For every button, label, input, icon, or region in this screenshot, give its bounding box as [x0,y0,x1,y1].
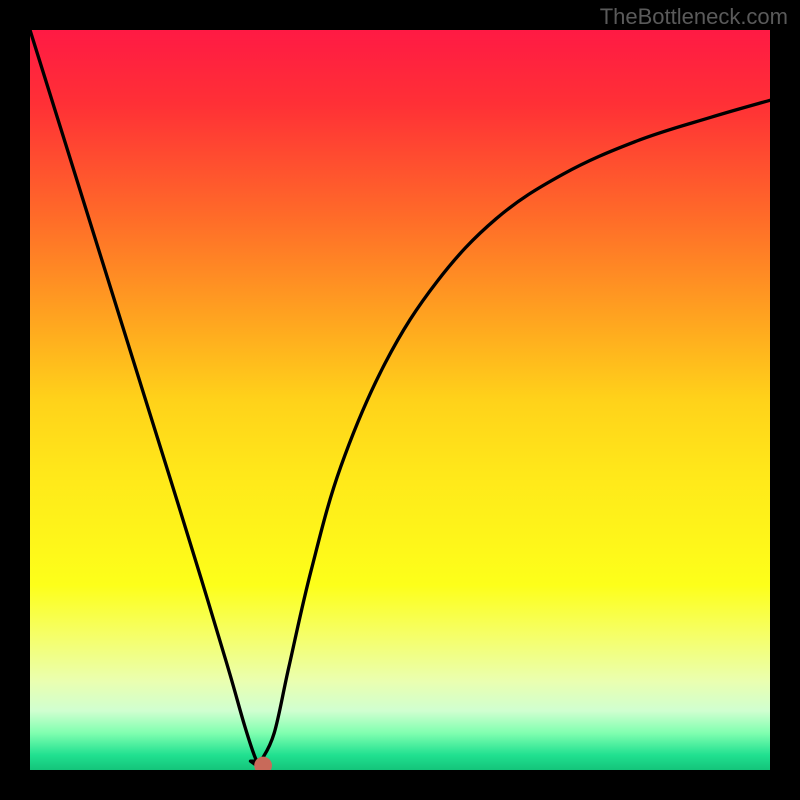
chart-container: TheBottleneck.com [0,0,800,800]
chart-svg [30,30,770,770]
gradient-background [30,30,770,770]
watermark-text: TheBottleneck.com [600,4,788,30]
plot-area [30,30,770,770]
